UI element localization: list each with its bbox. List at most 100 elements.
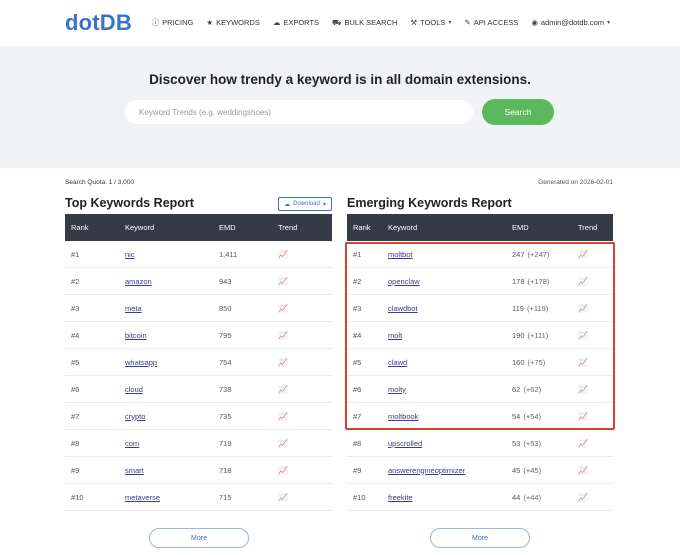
emd-cell: 160 (+75) — [506, 358, 572, 367]
trend-chart-icon[interactable]: 📈 — [578, 493, 588, 502]
keyword-link[interactable]: upscrolled — [388, 439, 422, 448]
keyword-link[interactable]: smart — [125, 466, 144, 475]
keyword-cell: nic — [119, 250, 213, 259]
keyword-link[interactable]: answerengineoptimizer — [388, 466, 465, 475]
search-button[interactable]: Search — [482, 99, 554, 125]
keyword-link[interactable]: freekite — [388, 493, 413, 502]
trend-chart-icon[interactable]: 📈 — [578, 385, 588, 394]
table-row: #8 com 719 📈 — [65, 430, 332, 457]
trend-chart-icon[interactable]: 📈 — [578, 250, 588, 259]
rank-cell: #1 — [71, 249, 80, 259]
keyword-link[interactable]: moltbot — [388, 250, 413, 259]
table-header: Rank Keyword EMD Trend — [65, 214, 332, 241]
keyword-link[interactable]: nic — [125, 250, 135, 259]
trend-cell: 📈 — [272, 304, 332, 313]
trend-chart-icon[interactable]: 📈 — [278, 331, 288, 340]
download-label: Download — [293, 201, 320, 207]
trend-chart-icon[interactable]: 📈 — [578, 466, 588, 475]
keyword-cell: meta — [119, 304, 213, 313]
table-header: Rank Keyword EMD Trend — [347, 214, 613, 241]
column-header: Keyword — [388, 223, 418, 232]
emerging-more-button[interactable]: More — [430, 528, 530, 548]
keyword-link[interactable]: molt — [388, 331, 402, 340]
nav-pricing[interactable]: ⓘ PRICING — [152, 17, 194, 28]
nav-api-access[interactable]: ✎ API ACCESS — [464, 17, 518, 28]
keyword-cell: smart — [119, 466, 213, 475]
rank-cell: #3 — [71, 303, 80, 313]
top-more-button[interactable]: More — [149, 528, 249, 548]
keyword-link[interactable]: com — [125, 439, 139, 448]
keyword-cell: answerengineoptimizer — [382, 466, 506, 475]
emd-cell: 715 — [219, 492, 232, 502]
table-row: #5 clawd 160 (+75) 📈 — [347, 349, 613, 376]
trend-chart-icon[interactable]: 📈 — [278, 385, 288, 394]
keyword-cell: cloud — [119, 385, 213, 394]
chevron-down-icon: ▾ — [448, 20, 452, 26]
emd-cell: 247 (+247) — [506, 250, 572, 259]
keyword-link[interactable]: amazon — [125, 277, 152, 286]
keyword-link[interactable]: metaverse — [125, 493, 160, 502]
table-row: #4 bitcoin 795 📈 — [65, 322, 332, 349]
nav-exports[interactable]: ☁ EXPORTS — [273, 17, 319, 28]
keyword-link[interactable]: crypto — [125, 412, 145, 421]
trend-chart-icon[interactable]: 📈 — [278, 412, 288, 421]
table-row: #2 amazon 943 📈 — [65, 268, 332, 295]
column-header: EMD — [219, 223, 236, 232]
trend-chart-icon[interactable]: 📈 — [278, 493, 288, 502]
nav-keywords[interactable]: ★ KEYWORDS — [206, 17, 260, 28]
trend-chart-icon[interactable]: 📈 — [578, 439, 588, 448]
trend-chart-icon[interactable]: 📈 — [578, 358, 588, 367]
emd-cell: 54 (+54) — [506, 412, 572, 421]
keyword-link[interactable]: clawdbot — [388, 304, 418, 313]
rank-cell: #10 — [353, 492, 366, 502]
trend-chart-icon[interactable]: 📈 — [278, 466, 288, 475]
keyword-search-input[interactable]: Keyword Trends (e.g. weddingshoes) — [125, 100, 473, 124]
emd-value: 54 — [512, 411, 521, 421]
keyword-link[interactable]: meta — [125, 304, 142, 313]
trend-cell: 📈 — [572, 250, 613, 259]
emd-cell: 190 (+111) — [506, 331, 572, 340]
generated-date: Generated on 2026-02-01 — [538, 179, 613, 186]
nav-label: BULK SEARCH — [344, 18, 398, 27]
keyword-link[interactable]: molty — [388, 385, 406, 394]
keyword-cell: amazon — [119, 277, 213, 286]
emd-cell: 1,411 — [219, 249, 238, 259]
trend-chart-icon[interactable]: 📈 — [578, 331, 588, 340]
keyword-link[interactable]: bitcoin — [125, 331, 147, 340]
trend-chart-icon[interactable]: 📈 — [578, 412, 588, 421]
keyword-link[interactable]: whatsapp — [125, 358, 157, 367]
rank-cell: #7 — [353, 411, 362, 421]
trend-chart-icon[interactable]: 📈 — [278, 304, 288, 313]
trend-cell: 📈 — [572, 412, 613, 421]
nav-user-dropdown[interactable]: ◉ admin@dotdb.com ▾ — [531, 17, 610, 28]
nav-label: admin@dotdb.com — [540, 18, 604, 27]
table-row: #9 smart 718 📈 — [65, 457, 332, 484]
trend-chart-icon[interactable]: 📈 — [278, 277, 288, 286]
trend-chart-icon[interactable]: 📈 — [578, 277, 588, 286]
nav-bulk-search[interactable]: ⛟ BULK SEARCH — [332, 17, 397, 28]
rank-cell: #4 — [71, 330, 80, 340]
trend-chart-icon[interactable]: 📈 — [278, 439, 288, 448]
emd-cell: 718 — [219, 465, 232, 475]
download-button[interactable]: ☁ Download ▾ — [278, 197, 332, 211]
keyword-link[interactable]: openclaw — [388, 277, 420, 286]
emd-value: 178 — [512, 276, 525, 286]
top-keywords-table: Rank Keyword EMD Trend #1 nic 1,411 📈 #2 amaz… — [65, 214, 332, 511]
rank-cell: #3 — [353, 303, 362, 313]
keyword-cell: clawd — [382, 358, 506, 367]
rank-cell: #7 — [71, 411, 80, 421]
keyword-link[interactable]: clawd — [388, 358, 407, 367]
emd-value: 247 — [512, 249, 525, 259]
rank-cell: #5 — [353, 357, 362, 367]
nav-tools-dropdown[interactable]: ⚒ TOOLS ▾ — [410, 17, 451, 28]
emd-cell: 62 (+62) — [506, 385, 572, 394]
trend-chart-icon[interactable]: 📈 — [278, 358, 288, 367]
trend-chart-icon[interactable]: 📈 — [278, 250, 288, 259]
keyword-cell: moltbot — [382, 250, 506, 259]
emd-delta: (+111) — [527, 330, 549, 340]
keyword-link[interactable]: cloud — [125, 385, 143, 394]
logo[interactable]: dotDB — [65, 10, 132, 36]
trend-chart-icon[interactable]: 📈 — [578, 304, 588, 313]
emd-delta: (+44) — [523, 492, 542, 502]
keyword-link[interactable]: moltbook — [388, 412, 418, 421]
